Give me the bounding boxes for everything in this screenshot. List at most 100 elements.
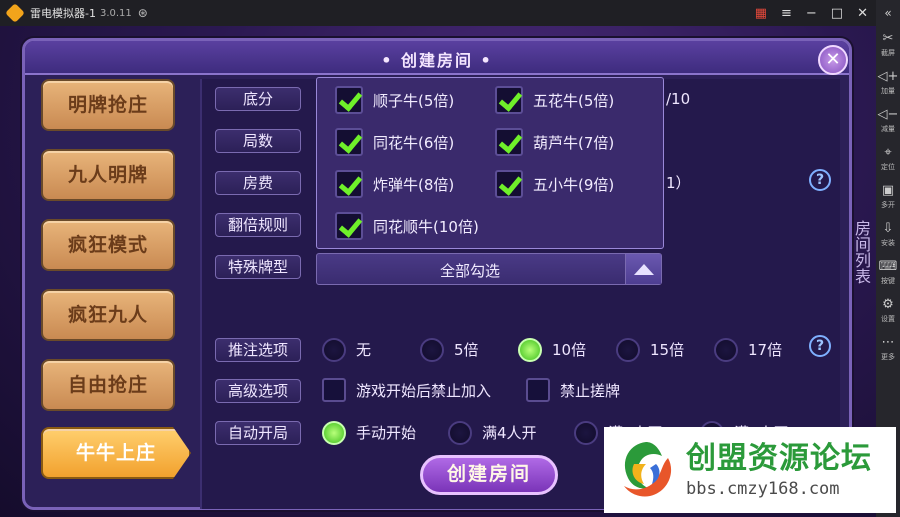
toolbar-label: 多开 [881, 201, 895, 209]
special-cards-value: 全部勾选 [439, 262, 500, 280]
gift-icon[interactable]: ▦ [755, 6, 767, 21]
option-shunzi-niu[interactable]: 顺子牛(5倍) [335, 84, 454, 116]
keyboard-icon: ⌨ [878, 259, 898, 274]
option-label: 同花牛(6倍) [373, 133, 455, 152]
toolbar-label: 按键 [880, 277, 895, 285]
push-radio-10x[interactable] [518, 338, 542, 362]
watermark-name: 创盟资源论坛 [686, 441, 872, 476]
toolbar-screenshot[interactable]: ✂ 截屏 [881, 26, 895, 64]
watermark-text: 创盟资源论坛 bbs.cmzy168.com [686, 440, 872, 500]
chevron-up-icon[interactable] [625, 254, 661, 284]
dialog-header: • 创建房间 • [25, 41, 849, 75]
toolbar-settings[interactable]: ⚙ 设置 [881, 292, 895, 330]
scissors-icon: ✂ [882, 31, 894, 46]
base-score-tail: /10 [666, 90, 691, 108]
checkbox-no-join-after-start[interactable] [322, 378, 346, 402]
watermark-logo-icon [610, 434, 682, 506]
option-tonghua-niu[interactable]: 同花牛(6倍) [335, 126, 454, 158]
push-radio-15x[interactable] [616, 338, 640, 362]
emulator-titlebar: 雷电模拟器-1 3.0.11 ⊛ ▦ ≡ − □ ✕ [0, 0, 876, 26]
push-label-10x: 10倍 [552, 341, 587, 359]
checkbox-no-rub-cards[interactable] [526, 378, 550, 402]
option-label: 五花牛(5倍) [533, 91, 615, 110]
location-icon: ⌖ [884, 145, 892, 160]
toolbar-more[interactable]: ⋯ 更多 [881, 330, 895, 368]
emulator-title: 雷电模拟器-1 [30, 7, 96, 20]
checkbox[interactable] [335, 128, 363, 156]
push-label-17x: 17倍 [748, 341, 783, 359]
toolbar-label: 更多 [881, 353, 895, 361]
close-button[interactable]: ✕ [818, 45, 848, 75]
checkbox[interactable] [495, 128, 523, 156]
checkbox[interactable] [335, 170, 363, 198]
dialog-title: • 创建房间 • [381, 51, 493, 70]
checkbox[interactable] [495, 170, 523, 198]
checkbox[interactable] [335, 212, 363, 240]
tab-fengkuang-moshi[interactable]: 疯狂模式 [41, 219, 175, 271]
label-auto-start: 自动开局 [215, 421, 301, 445]
emulator-version: 3.0.11 [99, 7, 132, 19]
label-room-fee: 房费 [215, 171, 301, 195]
label-rounds: 局数 [215, 129, 301, 153]
special-cards-select[interactable]: 全部勾选 [316, 253, 662, 285]
more-icon: ⋯ [881, 335, 895, 350]
window-controls: ▦ ≡ − □ ✕ [755, 0, 868, 26]
toolbar-location[interactable]: ⌖ 定位 [881, 140, 895, 178]
collapse-icon[interactable]: « [884, 6, 891, 26]
emulator-logo-icon [5, 3, 25, 23]
auto-radio-4[interactable] [448, 421, 472, 445]
toolbar-label: 加量 [880, 87, 895, 95]
option-wuhua-niu[interactable]: 五花牛(5倍) [495, 84, 614, 116]
toolbar-label: 设置 [881, 315, 895, 323]
option-label: 五小牛(9倍) [533, 175, 615, 194]
push-label-none: 无 [356, 341, 372, 359]
push-help-icon[interactable]: ? [809, 335, 831, 357]
push-radio-5x[interactable] [420, 338, 444, 362]
create-room-button[interactable]: 创建房间 [420, 455, 558, 495]
toolbar-label: 截屏 [881, 49, 895, 57]
auto-radio-manual[interactable] [322, 421, 346, 445]
room-fee-tail: 1） [666, 174, 691, 192]
option-wuxiao-niu[interactable]: 五小牛(9倍) [495, 168, 614, 200]
toolbar-label: 减量 [880, 125, 895, 133]
gamepad-icon[interactable]: ⊛ [138, 6, 148, 20]
checkbox[interactable] [495, 86, 523, 114]
watermark-url: bbs.cmzy168.com [686, 479, 840, 499]
label-push-options: 推注选项 [215, 338, 301, 362]
tab-jiuren-mingpai[interactable]: 九人明牌 [41, 149, 175, 201]
tab-niuniu-shangzhuang[interactable]: 牛牛上庄 [41, 427, 191, 479]
push-radio-17x[interactable] [714, 338, 738, 362]
special-cards-popup: 顺子牛(5倍) 五花牛(5倍) 同花牛(6倍) 葫芦牛(7倍) 炸弹牛(8倍) … [316, 77, 664, 249]
toolbar-volume-down[interactable]: ◁− 减量 [878, 102, 899, 140]
toolbar-volume-up[interactable]: ◁+ 加量 [878, 64, 899, 102]
tab-ziyou-qiangzhuang[interactable]: 自由抢庄 [41, 359, 175, 411]
option-zhadan-niu[interactable]: 炸弹牛(8倍) [335, 168, 454, 200]
toolbar-install[interactable]: ⇩ 安装 [881, 216, 895, 254]
toolbar-label: 安装 [881, 239, 895, 247]
volume-down-icon: ◁− [877, 107, 899, 122]
emulator-window: 雷电模拟器-1 3.0.11 ⊛ ▦ ≡ − □ ✕ « ✂ 截屏 ◁+ 加量 … [0, 0, 900, 517]
option-tonghuashun-niu[interactable]: 同花顺牛(10倍) [335, 210, 479, 242]
push-radio-none[interactable] [322, 338, 346, 362]
advanced-label-no-rub: 禁止搓牌 [560, 382, 621, 400]
maximize-icon[interactable]: □ [831, 6, 843, 21]
advanced-label-no-join: 游戏开始后禁止加入 [356, 382, 492, 400]
settings-icon: ⚙ [882, 297, 894, 312]
minimize-icon[interactable]: − [806, 6, 817, 21]
label-double-rule: 翻倍规则 [215, 213, 301, 237]
fee-help-icon[interactable]: ? [809, 169, 831, 191]
tab-mingpai-qiangzhuang[interactable]: 明牌抢庄 [41, 79, 175, 131]
option-label: 葫芦牛(7倍) [533, 133, 615, 152]
toolbar-multi[interactable]: ▣ 多开 [881, 178, 895, 216]
checkbox[interactable] [335, 86, 363, 114]
option-hulu-niu[interactable]: 葫芦牛(7倍) [495, 126, 614, 158]
tab-fengkuang-jiuren[interactable]: 疯狂九人 [41, 289, 175, 341]
watermark: 创盟资源论坛 bbs.cmzy168.com [604, 427, 896, 513]
option-label: 同花顺牛(10倍) [373, 217, 479, 236]
toolbar-keys[interactable]: ⌨ 按键 [879, 254, 898, 292]
menu-icon[interactable]: ≡ [781, 6, 792, 21]
close-window-icon[interactable]: ✕ [857, 6, 868, 21]
toolbar-label: 定位 [881, 163, 895, 171]
push-label-5x: 5倍 [454, 341, 479, 359]
auto-radio-5[interactable] [574, 421, 598, 445]
